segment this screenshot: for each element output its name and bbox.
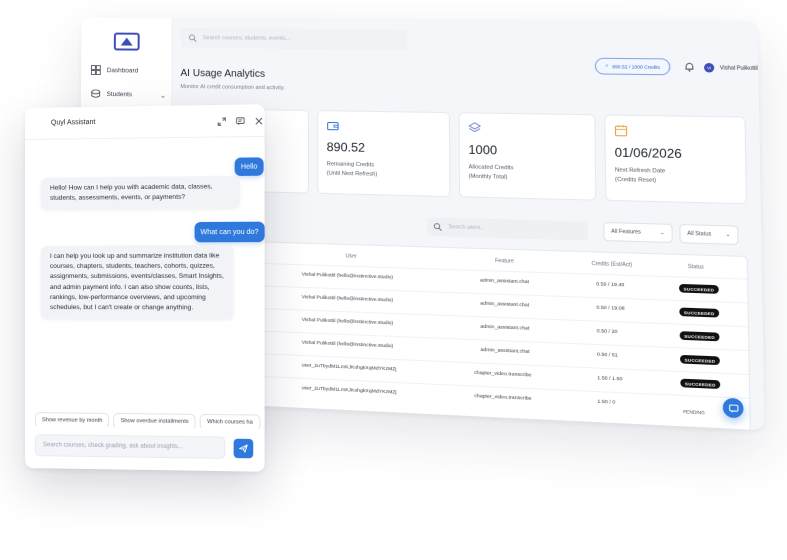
- row-credits: 1.50 / 1.50: [597, 376, 623, 383]
- refresh-date-value: 01/06/2026: [614, 145, 682, 162]
- row-feature: admin_assistant.chat: [479, 278, 530, 286]
- row-user: user_2uTbydM1LmKJKohgkXqMdYKzMZj: [301, 386, 397, 396]
- status-badge: SUCCEEDED: [679, 307, 720, 318]
- chat-input-placeholder: Search courses, check grading, ask about…: [42, 442, 184, 451]
- page-subtitle: Monitor AI credit consumption and activi…: [180, 83, 285, 92]
- send-icon: [239, 444, 248, 453]
- search-placeholder: Search courses, students, events...: [202, 35, 291, 42]
- search-icon: [189, 34, 197, 42]
- suggestion-chips: Show revenue by month Show overdue instal…: [34, 408, 265, 429]
- allocated-credits-value: 1000: [468, 142, 498, 158]
- credits-pill[interactable]: ✧ 890.52 / 1000 Credits: [594, 57, 671, 76]
- chat-header: Quyl Assistant: [25, 104, 265, 140]
- row-user: Vishal Pulikottil (hello@instinctive.stu…: [301, 295, 394, 304]
- stat-card-refresh: 01/06/2026 Next Refresh Date (Credits Res…: [604, 114, 748, 205]
- global-search-input[interactable]: Search courses, students, events...: [180, 28, 408, 50]
- app-logo-icon: [114, 32, 140, 51]
- chat-message-input[interactable]: Search courses, check grading, ask about…: [34, 434, 226, 459]
- credits-pill-text: 890.52 / 1000 Credits: [612, 63, 661, 70]
- expand-icon[interactable]: [217, 117, 226, 126]
- assistant-message-bubble: I can help you look up and summarize ins…: [40, 245, 234, 320]
- status-filter-dropdown[interactable]: All Status ⌄: [679, 224, 739, 245]
- status-filter-value: All Status: [687, 230, 712, 238]
- stat-card-remaining: 890.52 Remaining Credits (Until Next Refr…: [317, 110, 451, 198]
- table-search-input[interactable]: Search users...: [426, 217, 588, 241]
- status-badge: SUCCEEDED: [679, 331, 720, 342]
- sidebar-item-students[interactable]: Students ⌄: [91, 85, 167, 104]
- column-header-credits: Credits (Est/Act): [591, 260, 633, 269]
- row-feature: chapter_video.transcribe: [474, 370, 532, 379]
- row-user: Vishal Pulikottil (hello@instinctive.stu…: [301, 317, 394, 327]
- row-user: Vishal Pulikottil (hello@instinctive.stu…: [301, 340, 394, 350]
- row-feature: admin_assistant.chat: [480, 347, 530, 356]
- column-header-status: Status: [687, 263, 704, 271]
- chat-title: Quyl Assistant: [50, 118, 96, 127]
- chevron-down-icon: ⌄: [159, 90, 167, 100]
- row-credits: 0.50 / 20: [596, 329, 618, 336]
- bell-icon[interactable]: [684, 62, 695, 73]
- stat-card-allocated: 1000 Allocated Credits (Monthly Total): [458, 112, 597, 201]
- user-name[interactable]: Vishal Pulikottil: [720, 65, 758, 72]
- allocated-credits-label: Allocated Credits (Monthly Total): [468, 164, 514, 181]
- chevron-down-icon: ⌄: [725, 231, 731, 239]
- features-filter-dropdown[interactable]: All Features ⌄: [603, 221, 673, 244]
- status-pending-text: PENDING: [682, 408, 705, 416]
- spark-icon: ✧: [604, 63, 610, 69]
- remaining-credits-value: 890.52: [326, 139, 366, 155]
- status-badge: SUCCEEDED: [680, 378, 721, 389]
- row-credits: 0.50 / 19.08: [596, 305, 625, 312]
- chat-history-icon[interactable]: [236, 117, 245, 126]
- calendar-icon: [614, 124, 627, 137]
- search-icon: [433, 223, 442, 232]
- send-button[interactable]: [233, 438, 254, 459]
- page-title: AI Usage Analytics: [180, 67, 266, 80]
- grid-icon: [91, 65, 101, 76]
- row-feature: admin_assistant.chat: [480, 324, 530, 332]
- chevron-down-icon: ⌄: [660, 229, 665, 237]
- close-icon[interactable]: [254, 116, 263, 125]
- suggestion-chip[interactable]: Show revenue by month: [34, 412, 110, 429]
- features-filter-value: All Features: [611, 228, 641, 236]
- usage-table: User Feature Credits (Est/Act) Status Vi…: [178, 238, 752, 431]
- chat-bubble-icon: [728, 403, 738, 413]
- row-feature: admin_assistant.chat: [480, 301, 530, 309]
- sidebar-item-dashboard[interactable]: Dashboard: [91, 61, 167, 80]
- assistant-message-bubble: Hello! How can I help you with academic …: [40, 175, 240, 211]
- row-user: Vishal Pulikottil (hello@instinctive.stu…: [301, 272, 394, 281]
- suggestion-chip[interactable]: Show overdue installments: [113, 412, 196, 429]
- students-icon: [91, 89, 101, 98]
- table-search-placeholder: Search users...: [448, 224, 485, 232]
- suggestion-chip[interactable]: Which courses ha: [199, 413, 261, 429]
- row-credits: 0.50 / 51: [596, 352, 618, 359]
- row-credits: 0.50 / 19.40: [596, 282, 625, 289]
- row-user: user_2uTbydM1LmKJKohgkXqMdYKzMZj: [301, 363, 397, 373]
- column-header-user: User: [345, 253, 357, 260]
- layers-icon: [468, 122, 481, 135]
- assistant-chat-panel: Quyl Assistant Hello Hello! How can I he…: [25, 104, 265, 472]
- status-badge: SUCCEEDED: [678, 283, 719, 294]
- chat-launcher-button[interactable]: [722, 397, 744, 419]
- sidebar-item-label: Dashboard: [106, 66, 139, 74]
- wallet-icon: [327, 119, 340, 131]
- user-message-bubble: What can you do?: [194, 221, 265, 243]
- avatar[interactable]: VI: [703, 62, 715, 73]
- user-message-bubble: Hello: [234, 157, 264, 176]
- remaining-credits-label: Remaining Credits (Until Next Refresh): [326, 161, 378, 178]
- status-badge: SUCCEEDED: [679, 354, 720, 366]
- row-feature: chapter_video.transcribe: [474, 393, 532, 402]
- refresh-date-label: Next Refresh Date (Credits Reset): [614, 167, 666, 184]
- sidebar-item-label: Students: [106, 90, 133, 98]
- column-header-feature: Feature: [495, 257, 514, 265]
- row-credits: 1.50 / 0: [597, 399, 616, 406]
